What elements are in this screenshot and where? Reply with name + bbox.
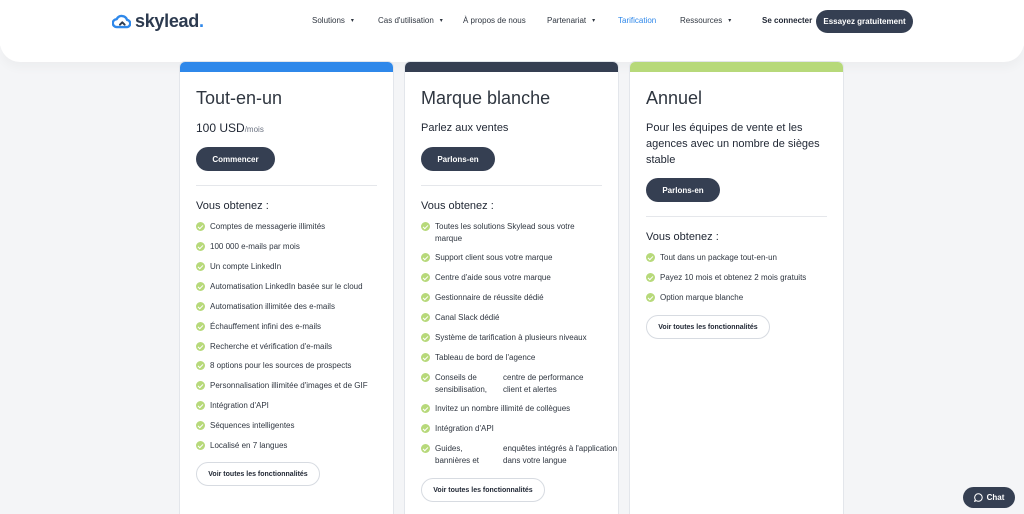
you-get-heading: Vous obtenez : <box>421 200 494 212</box>
feature-item: Conseils de sensibilisation, centre de pe… <box>421 372 611 396</box>
check-icon <box>421 253 430 262</box>
check-icon <box>196 441 205 450</box>
feature-item: Personnalisation illimitée d'images et d… <box>196 380 386 392</box>
card-title: Tout-en-un <box>196 88 283 108</box>
chat-bubble-icon <box>973 493 983 502</box>
check-icon <box>421 353 430 362</box>
brand-name: skylead. <box>135 11 204 31</box>
chat-label: Chat <box>986 493 1005 502</box>
feature-item: Guides, bannières et enquêtes intégrés à … <box>421 443 617 467</box>
feature-item: Support client sous votre marque <box>421 252 611 264</box>
nav-partnership[interactable]: Partenariat ▾ <box>547 16 595 25</box>
check-icon <box>196 302 205 311</box>
feature-item: Gestionnaire de réussite dédié <box>421 292 611 304</box>
feature-item: Automatisation illimitée des e-mails <box>196 301 386 313</box>
check-icon <box>646 253 655 262</box>
check-icon <box>421 424 430 433</box>
check-icon <box>421 222 430 231</box>
nav-pricing[interactable]: Tarification <box>618 16 656 25</box>
login-link[interactable]: Se connecter <box>762 16 812 25</box>
check-icon <box>196 381 205 390</box>
feature-item: Canal Slack dédié <box>421 312 611 324</box>
card-accent-stripe <box>405 62 618 72</box>
feature-item: Un compte LinkedIn <box>196 261 386 273</box>
check-icon <box>421 444 430 453</box>
see-all-features-button[interactable]: Voir toutes les fonctionnalités <box>421 478 545 502</box>
card-title: Marque blanche <box>421 88 551 108</box>
check-icon <box>196 322 205 331</box>
card-divider <box>421 185 602 186</box>
card-subtitle: Parlez aux ventes <box>421 122 509 134</box>
check-icon <box>646 273 655 282</box>
feature-item: Séquences intelligentes <box>196 420 386 432</box>
chat-button[interactable]: Chat <box>963 487 1015 508</box>
lets-talk-button[interactable]: Parlons-en <box>421 147 495 171</box>
feature-item: Tableau de bord de l'agence <box>421 352 611 364</box>
check-icon <box>196 342 205 351</box>
feature-item: Localisé en 7 langues <box>196 440 386 452</box>
header-curve <box>0 42 1024 62</box>
check-icon <box>196 401 205 410</box>
you-get-heading: Vous obtenez : <box>646 231 719 243</box>
feature-item: Automatisation LinkedIn basée sur le clo… <box>196 281 386 293</box>
check-icon <box>421 273 430 282</box>
chevron-down-icon: ▾ <box>592 18 596 24</box>
check-icon <box>421 293 430 302</box>
you-get-heading: Vous obtenez : <box>196 200 269 212</box>
feature-item: Intégration d'API <box>196 400 386 412</box>
chevron-down-icon: ▾ <box>728 18 732 24</box>
card-accent-stripe <box>180 62 393 72</box>
feature-item: Invitez un nombre illimité de collègues <box>421 403 611 415</box>
card-accent-stripe <box>630 62 843 72</box>
feature-item: Échauffement infini des e-mails <box>196 321 386 333</box>
feature-item: Centre d'aide sous votre marque <box>421 272 611 284</box>
skylead-logo[interactable]: skylead. <box>112 11 204 32</box>
check-icon <box>421 404 430 413</box>
nav-resources[interactable]: Ressources ▾ <box>680 16 731 25</box>
check-icon <box>421 333 430 342</box>
card-title: Annuel <box>646 88 703 108</box>
feature-item: 100 000 e-mails par mois <box>196 241 386 253</box>
see-all-features-button[interactable]: Voir toutes les fonctionnalités <box>646 315 770 339</box>
feature-item: Toutes les solutions Skylead sous votre … <box>421 221 601 245</box>
nav-use-cases[interactable]: Cas d'utilisation ▾ <box>378 16 443 25</box>
feature-item: Recherche et vérification d'e-mails <box>196 341 386 353</box>
feature-item: Tout dans un package tout-en-un <box>646 252 836 264</box>
check-icon <box>196 262 205 271</box>
check-icon <box>196 282 205 291</box>
lets-talk-button[interactable]: Parlons-en <box>646 178 720 202</box>
check-icon <box>196 421 205 430</box>
cloud-logo-icon <box>112 14 131 29</box>
pricing-card-white-label: Marque blanche Parlez aux ventes Parlons… <box>404 61 619 514</box>
feature-item: Système de tarification à plusieurs nive… <box>421 332 611 344</box>
pricing-card-annual: Annuel Pour les équipes de vente et les … <box>629 61 844 514</box>
check-icon <box>646 293 655 302</box>
start-button[interactable]: Commencer <box>196 147 275 171</box>
check-icon <box>421 313 430 322</box>
check-icon <box>196 242 205 251</box>
chevron-down-icon: ▾ <box>350 18 354 24</box>
see-all-features-button[interactable]: Voir toutes les fonctionnalités <box>196 462 320 486</box>
card-subtitle: Pour les équipes de vente et les agences… <box>646 122 820 166</box>
try-free-button[interactable]: Essayez gratuitement <box>816 10 913 33</box>
feature-item: 8 options pour les sources de prospects <box>196 360 386 372</box>
feature-item: Intégration d'API <box>421 423 611 435</box>
pricing-card-all-in-one: Tout-en-un 100 USD/mois Commencer Vous o… <box>179 61 394 514</box>
feature-item: Payez 10 mois et obtenez 2 mois gratuits <box>646 272 836 284</box>
feature-item: Comptes de messagerie illimités <box>196 221 386 233</box>
card-divider <box>196 185 377 186</box>
card-divider <box>646 216 827 217</box>
nav-solutions[interactable]: Solutions ▾ <box>312 16 354 25</box>
check-icon <box>196 361 205 370</box>
check-icon <box>421 373 430 382</box>
nav-about[interactable]: À propos de nous <box>463 16 526 25</box>
check-icon <box>196 222 205 231</box>
feature-item: Option marque blanche <box>646 292 836 304</box>
card-price: 100 USD/mois <box>196 121 264 135</box>
chevron-down-icon: ▾ <box>439 18 443 24</box>
